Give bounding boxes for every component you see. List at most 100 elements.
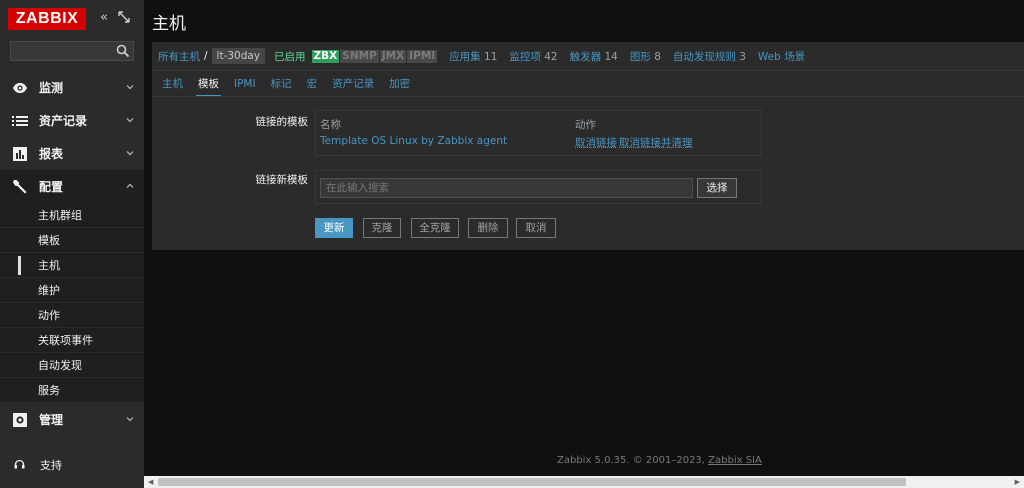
link-triggers[interactable]: 触发器 14 xyxy=(570,49,618,64)
headset-icon xyxy=(14,459,26,471)
linked-template-link[interactable]: Template OS Linux by Zabbix agent xyxy=(320,135,507,147)
link-new-templates-label: 链接新模板 xyxy=(255,174,309,186)
link-count: 14 xyxy=(604,50,618,63)
menu-configuration[interactable]: 配置 xyxy=(0,170,144,203)
menu-label: 报表 xyxy=(39,147,64,161)
link-count: 3 xyxy=(739,50,746,63)
unlink-button[interactable]: 取消链接 xyxy=(575,135,617,150)
link-count: 42 xyxy=(544,50,558,63)
breadcrumb-all-hosts[interactable]: 所有主机 xyxy=(158,49,200,64)
column-header-action: 动作 xyxy=(575,119,596,131)
tab-macros[interactable]: 宏 xyxy=(307,71,318,97)
tab-ipmi[interactable]: IPMI xyxy=(234,71,256,97)
availability-ipmi-badge: IPMI xyxy=(407,49,438,63)
eye-icon xyxy=(12,80,28,96)
kiosk-mode-icon[interactable] xyxy=(117,11,131,25)
unlink-and-clear-button[interactable]: 取消链接并清理 xyxy=(619,135,693,150)
scroll-left-icon[interactable]: ◀ xyxy=(148,478,153,486)
link-items[interactable]: 监控项 42 xyxy=(509,49,557,64)
link-applications[interactable]: 应用集 11 xyxy=(449,49,497,64)
menu-label: 管理 xyxy=(39,413,64,427)
page-title: 主机 xyxy=(152,14,186,34)
link-discovery-rules[interactable]: 自动发现规则 3 xyxy=(673,49,746,64)
submenu-services[interactable]: 服务 xyxy=(0,378,144,403)
main-menu: 监测 资产记录 报表 配置 主机群组 模板 主机 维护 动作 关联项事件 自动发… xyxy=(0,71,144,436)
search-icon[interactable] xyxy=(116,44,130,58)
menu-administration[interactable]: 管理 xyxy=(0,403,144,436)
link-label: 自动发现规则 xyxy=(672,50,736,63)
template-search-input[interactable]: 在此输入搜索 xyxy=(320,178,693,198)
host-navigation-bar: 所有主机 / lt-30day 已启用 ZBX SNMP JMX IPMI 应用… xyxy=(152,42,1024,70)
chevron-down-icon xyxy=(126,85,134,90)
availability-jmx-badge: JMX xyxy=(379,49,407,63)
linked-templates-label: 链接的模板 xyxy=(255,116,309,128)
column-header-name: 名称 xyxy=(320,119,341,131)
wrench-icon xyxy=(12,179,28,195)
link-web-scenarios[interactable]: Web 场景 xyxy=(758,49,805,64)
submenu-actions[interactable]: 动作 xyxy=(0,303,144,328)
tab-inventory[interactable]: 资产记录 xyxy=(332,71,374,97)
link-label: Web 场景 xyxy=(757,50,806,63)
full-clone-button[interactable]: 全克隆 xyxy=(411,218,459,238)
clone-button[interactable]: 克隆 xyxy=(363,218,401,238)
link-count: 11 xyxy=(484,50,498,63)
bar-chart-icon xyxy=(12,146,28,162)
chevron-down-icon xyxy=(126,417,134,422)
breadcrumb-separator: / xyxy=(204,50,208,62)
config-submenu: 主机群组 模板 主机 维护 动作 关联项事件 自动发现 服务 xyxy=(0,203,144,403)
sidebar: ZABBIX « 监测 资产记录 报表 配置 主机群组 模板 主机 维护 动作 … xyxy=(0,0,144,488)
tab-templates[interactable]: 模板 xyxy=(196,71,221,97)
link-count: 8 xyxy=(654,50,661,63)
templates-form: 链接的模板 名称 动作 Template OS Linux by Zabbix … xyxy=(152,96,1024,250)
availability-zbx-badge: ZBX xyxy=(311,49,340,63)
menu-label: 配置 xyxy=(39,180,64,194)
submenu-hosts[interactable]: 主机 xyxy=(0,253,144,278)
submenu-host-groups[interactable]: 主机群组 xyxy=(0,203,144,228)
menu-label: 监测 xyxy=(39,81,64,95)
logo-row: ZABBIX « xyxy=(0,0,144,38)
zabbix-logo[interactable]: ZABBIX xyxy=(8,8,86,30)
submenu-event-correlation[interactable]: 关联项事件 xyxy=(0,328,144,353)
footer: Zabbix 5.0.35. © 2001–2023, Zabbix SIA xyxy=(557,455,762,466)
delete-button[interactable]: 删除 xyxy=(468,218,508,238)
chevron-up-icon xyxy=(126,183,134,188)
link-label: 图形 xyxy=(629,50,651,63)
sidebar-search-input[interactable] xyxy=(10,41,134,61)
cancel-button[interactable]: 取消 xyxy=(516,218,556,238)
support-label: 支持 xyxy=(40,459,62,472)
linked-templates-table: 名称 动作 Template OS Linux by Zabbix agent … xyxy=(315,110,762,156)
support-link[interactable]: 支持 xyxy=(0,452,144,478)
select-template-button[interactable]: 选择 xyxy=(697,178,737,198)
gear-icon xyxy=(12,412,28,428)
footer-company-link[interactable]: Zabbix SIA xyxy=(708,455,762,466)
menu-reports[interactable]: 报表 xyxy=(0,137,144,170)
submenu-templates[interactable]: 模板 xyxy=(0,228,144,253)
chevron-down-icon xyxy=(126,118,134,123)
link-label: 应用集 xyxy=(449,50,481,63)
scrollbar-thumb[interactable] xyxy=(158,478,906,486)
list-icon xyxy=(12,113,28,129)
collapse-sidebar-icon[interactable]: « xyxy=(97,11,111,25)
tab-tags[interactable]: 标记 xyxy=(271,71,292,97)
menu-inventory[interactable]: 资产记录 xyxy=(0,104,144,137)
host-status-enabled[interactable]: 已启用 xyxy=(274,49,306,64)
link-graphs[interactable]: 图形 8 xyxy=(630,49,661,64)
submenu-discovery[interactable]: 自动发现 xyxy=(0,353,144,378)
tab-host[interactable]: 主机 xyxy=(162,71,183,97)
horizontal-scrollbar[interactable]: ◀ ▶ xyxy=(144,476,1024,488)
chevron-down-icon xyxy=(126,151,134,156)
submenu-maintenance[interactable]: 维护 xyxy=(0,278,144,303)
host-tabs: 主机 模板 IPMI 标记 宏 资产记录 加密 xyxy=(152,70,1024,97)
host-related-links: 应用集 11 监控项 42 触发器 14 图形 8 自动发现规则 3 Web 场… xyxy=(449,49,817,64)
scroll-right-icon[interactable]: ▶ xyxy=(1015,478,1020,486)
link-label: 触发器 xyxy=(569,50,602,63)
update-button[interactable]: 更新 xyxy=(315,218,353,238)
menu-label: 资产记录 xyxy=(39,114,88,128)
tab-encryption[interactable]: 加密 xyxy=(389,71,410,97)
link-new-templates-box: 在此输入搜索 选择 xyxy=(315,170,762,204)
menu-monitoring[interactable]: 监测 xyxy=(0,71,144,104)
link-label: 监控项 xyxy=(509,50,541,63)
breadcrumb-host[interactable]: lt-30day xyxy=(211,48,266,64)
footer-copyright: Zabbix 5.0.35. © 2001–2023, xyxy=(557,455,709,466)
availability-snmp-badge: SNMP xyxy=(340,49,379,63)
